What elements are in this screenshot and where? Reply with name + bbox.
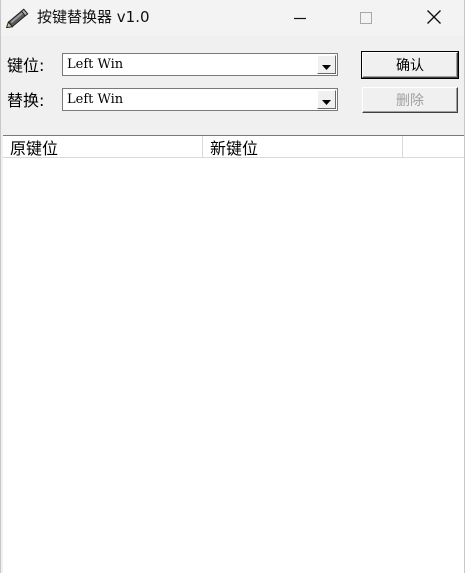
key-select-value: Left Win — [67, 57, 124, 72]
column-empty[interactable] — [403, 136, 464, 158]
minimize-icon — [294, 9, 306, 28]
column-original-key[interactable]: 原键位 — [3, 136, 203, 158]
replace-label: 替换: — [7, 91, 45, 110]
dropdown-arrow-icon — [322, 55, 331, 74]
window-title: 按键替换器 v1.0 — [37, 8, 150, 26]
key-dropdown-button[interactable] — [317, 55, 336, 74]
mapping-list[interactable]: 原键位 新键位 — [3, 135, 464, 573]
close-button[interactable] — [411, 0, 457, 36]
title-bar[interactable]: 按键替换器 v1.0 — [1, 0, 464, 36]
maximize-button[interactable] — [343, 0, 389, 36]
minimize-button[interactable] — [277, 0, 323, 36]
delete-button[interactable]: 删除 — [362, 87, 458, 113]
close-icon — [427, 9, 441, 28]
dropdown-arrow-icon — [322, 90, 331, 109]
maximize-icon — [360, 9, 372, 28]
app-window: 按键替换器 v1.0 键位: Left Win 确认 替换: Left Win … — [0, 0, 465, 573]
confirm-button[interactable]: 确认 — [362, 52, 458, 78]
replace-select-value: Left Win — [67, 92, 124, 107]
pencil-icon — [5, 8, 31, 29]
replace-select[interactable]: Left Win — [62, 88, 338, 111]
replace-dropdown-button[interactable] — [317, 90, 336, 109]
key-label: 键位: — [7, 56, 45, 75]
column-new-key[interactable]: 新键位 — [203, 136, 403, 158]
list-header: 原键位 新键位 — [3, 136, 464, 158]
key-select[interactable]: Left Win — [62, 53, 338, 76]
